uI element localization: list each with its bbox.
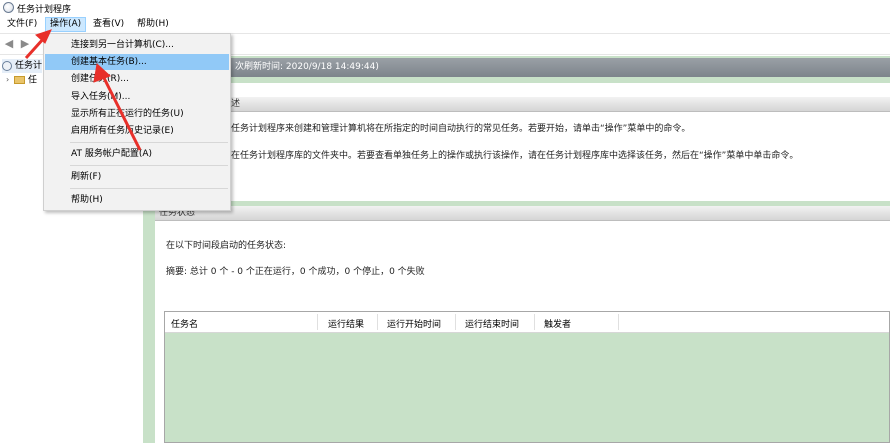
col-triggered-by[interactable]: 触发者 xyxy=(544,317,571,330)
column-divider[interactable] xyxy=(317,314,318,330)
overview-section-header[interactable]: 述 xyxy=(149,97,890,112)
summary-header-bar: 次刷新时间: 2020/9/18 14:49:44) xyxy=(149,58,890,77)
menu-item-at-service-config[interactable]: AT 服务帐户配置(A) xyxy=(45,146,229,162)
menu-view[interactable]: 查看(V) xyxy=(89,17,128,32)
menu-help[interactable]: 帮助(H) xyxy=(133,17,173,32)
tree-item-root[interactable]: 任务计 xyxy=(2,59,42,73)
task-scheduler-app-icon xyxy=(3,2,14,13)
menu-separator xyxy=(70,188,228,189)
column-divider[interactable] xyxy=(534,314,535,330)
overview-text-2: 在任务计划程序库的文件夹中。若要查看单独任务上的操作或执行该操作，请在任务计划程… xyxy=(231,151,799,161)
col-run-result[interactable]: 运行结果 xyxy=(328,317,364,330)
menu-item-create-basic-task[interactable]: 创建基本任务(B)... xyxy=(45,54,229,70)
menu-item-create-task[interactable]: 创建任务(R)... xyxy=(45,71,229,87)
menu-item-refresh[interactable]: 刷新(F) xyxy=(45,169,229,185)
col-task-name[interactable]: 任务名 xyxy=(171,317,198,330)
last-refresh-text: 次刷新时间: 2020/9/18 14:49:44) xyxy=(235,62,379,72)
window-title: 任务计划程序 xyxy=(17,5,72,15)
menu-item-connect-computer[interactable]: 连接到另一台计算机(C)... xyxy=(45,37,229,53)
chevron-right-icon[interactable]: › xyxy=(6,73,14,87)
column-divider[interactable] xyxy=(455,314,456,330)
menu-separator xyxy=(70,142,228,143)
menu-separator xyxy=(70,165,228,166)
folder-icon xyxy=(14,76,25,84)
overview-panel: 述 任务计划程序来创建和管理计算机将在所指定的时间自动执行的常见任务。若要开始，… xyxy=(149,83,890,201)
overview-text-1: 任务计划程序来创建和管理计算机将在所指定的时间自动执行的常见任务。若要开始，请单… xyxy=(231,124,691,134)
task-status-table: 任务名 运行结果 运行开始时间 运行结束时间 触发者 xyxy=(164,311,890,443)
column-divider[interactable] xyxy=(618,314,619,330)
menu-item-import-task[interactable]: 导入任务(M)... xyxy=(45,89,229,105)
back-arrow-icon[interactable]: ◀ xyxy=(3,38,15,50)
menu-item-enable-history[interactable]: 启用所有任务历史记录(E) xyxy=(45,123,229,139)
column-divider[interactable] xyxy=(377,314,378,330)
overview-section-title: 述 xyxy=(231,99,241,109)
clock-icon xyxy=(2,60,12,71)
title-bar: 任务计划程序 xyxy=(0,0,890,16)
menu-item-help[interactable]: 帮助(H) xyxy=(45,192,229,208)
tree-item-root-label: 任务计 xyxy=(15,61,43,71)
tree-item-library-label: 任 xyxy=(28,75,38,86)
menu-file[interactable]: 文件(F) xyxy=(3,17,41,32)
task-status-header[interactable]: 任务状态 xyxy=(155,206,890,221)
status-intro-text: 在以下时间段启动的任务状态: xyxy=(166,241,287,251)
col-run-end[interactable]: 运行结束时间 xyxy=(465,317,519,330)
summary-text: 摘要: 总计 0 个 - 0 个正在运行，0 个成功，0 个停止，0 个失败 xyxy=(166,267,425,277)
menu-bar: 文件(F) 操作(A) 查看(V) 帮助(H) xyxy=(0,16,890,33)
tree-item-library[interactable]: › 任 xyxy=(6,73,37,87)
action-menu-dropdown: 连接到另一台计算机(C)... 创建基本任务(B)... 创建任务(R)... … xyxy=(43,33,231,211)
menu-action[interactable]: 操作(A) xyxy=(45,17,87,32)
table-header: 任务名 运行结果 运行开始时间 运行结束时间 触发者 xyxy=(165,312,889,333)
forward-arrow-icon[interactable]: ▶ xyxy=(19,38,31,50)
col-run-start[interactable]: 运行开始时间 xyxy=(387,317,441,330)
menu-item-show-running-tasks[interactable]: 显示所有正在运行的任务(U) xyxy=(45,106,229,122)
